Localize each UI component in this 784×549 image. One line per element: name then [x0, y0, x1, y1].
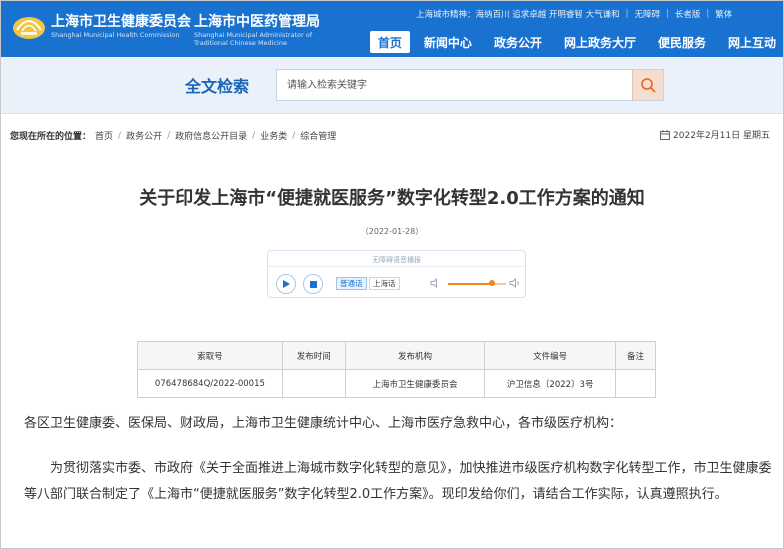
- play-icon: [283, 280, 290, 288]
- player-title: 无障碍语音播报: [372, 256, 421, 264]
- org-name-health[interactable]: 上海市卫生健康委员会: [51, 11, 191, 31]
- breadcrumb-separator: /: [292, 130, 296, 141]
- audio-player: 无障碍语音播报 普通话 上海话: [267, 250, 526, 298]
- article-date: （2022-01-28）: [360, 227, 424, 236]
- breadcrumb-item-gov-affairs[interactable]: 政务公开: [126, 129, 162, 142]
- logo-icon[interactable]: [12, 10, 46, 40]
- nav-home[interactable]: 首页: [369, 31, 410, 53]
- calendar-icon: [660, 129, 671, 140]
- body-salutation: 各区卫生健康委、医保局、财政局，上海市卫生健康统计中心、上海市医疗急救中心，各市…: [24, 416, 623, 431]
- search-button[interactable]: [632, 70, 663, 100]
- col-header-publish-time: 发布时间: [281, 341, 346, 370]
- current-date-text: 2022年2月11日 星期五: [673, 131, 770, 141]
- body-paragraph: 为贯彻落实市委、市政府《关于全面推进上海城市数字化转型的意见》，加快推进市级医疗…: [24, 461, 772, 502]
- search-input[interactable]: [277, 70, 633, 100]
- site-header: 上海市卫生健康委员会 Shanghai Municipal Health Com…: [0, 0, 784, 57]
- cell-remark: [615, 369, 656, 398]
- table-row: 076478684Q/2022-00015 上海市卫生健康委员会 沪卫信息〔20…: [137, 369, 656, 398]
- search-title: 全文检索: [185, 77, 250, 96]
- breadcrumb: 您现在所在的位置： 首页 / 政务公开 / 政府信息公开目录 / 业务类 / 综…: [10, 129, 336, 143]
- main-nav: 首页 新闻中心 政务公开 网上政务大厅 便民服务 网上互动: [364, 31, 784, 53]
- top-utility-bar: 上海城市精神：海纳百川 追求卓越 开明睿智 大气谦和 | 无障碍 | 长者版 |…: [416, 7, 732, 21]
- city-spirit-text: 上海城市精神：海纳百川 追求卓越 开明睿智 大气谦和: [416, 10, 620, 20]
- breadcrumb-item-home[interactable]: 首页: [95, 129, 113, 142]
- col-header-index-no: 索取号: [137, 341, 283, 370]
- nav-news[interactable]: 新闻中心: [416, 31, 480, 53]
- breadcrumb-item-general[interactable]: 综合管理: [300, 129, 336, 142]
- divider: |: [666, 9, 669, 19]
- divider: [268, 266, 525, 267]
- breadcrumb-item-info-catalog[interactable]: 政府信息公开目录: [175, 129, 247, 142]
- org-name-tcm-en: Shanghai Municipal Administrator of Trad…: [194, 31, 313, 47]
- breadcrumb-label: 您现在所在的位置：: [10, 132, 92, 142]
- table-header-row: 索取号 发布时间 发布机构 文件编号 备注: [137, 341, 656, 370]
- stop-button[interactable]: [303, 274, 323, 294]
- document-info-table: 索取号 发布时间 发布机构 文件编号 备注 076478684Q/2022-00…: [137, 341, 656, 398]
- breadcrumb-separator: /: [118, 130, 122, 141]
- play-button[interactable]: [276, 274, 296, 294]
- search-band: 全文检索: [0, 57, 784, 114]
- elder-mode-link[interactable]: 长者版: [675, 8, 701, 20]
- org-name-tcm[interactable]: 上海市中医药管理局: [194, 11, 320, 31]
- org-name-health-en: Shanghai Municipal Health Commission: [51, 31, 180, 39]
- traditional-chinese-link[interactable]: 繁体: [715, 8, 732, 20]
- col-header-remark: 备注: [615, 341, 656, 370]
- col-header-publisher: 发布机构: [344, 341, 486, 370]
- cell-index-no: 076478684Q/2022-00015: [137, 369, 283, 398]
- article-title: 关于印发上海市“便捷就医服务”数字化转型2.0工作方案的通知: [139, 188, 645, 209]
- cell-doc-no: 沪卫信息〔2022〕3号: [484, 369, 617, 398]
- volume-down-icon[interactable]: [430, 278, 440, 288]
- lang-mandarin-button[interactable]: 普通话: [336, 277, 367, 290]
- stop-icon: [309, 280, 317, 288]
- divider: |: [625, 9, 629, 19]
- volume-slider[interactable]: [448, 280, 506, 286]
- lang-shanghainese-button[interactable]: 上海话: [369, 277, 400, 290]
- volume-handle[interactable]: [488, 280, 495, 286]
- divider: |: [706, 9, 710, 19]
- search-box: [276, 69, 664, 101]
- volume-up-icon[interactable]: [509, 278, 521, 288]
- cell-publisher: 上海市卫生健康委员会: [344, 369, 486, 398]
- breadcrumb-separator: /: [167, 130, 171, 141]
- nav-interaction[interactable]: 网上互动: [720, 31, 784, 53]
- search-icon: [641, 78, 656, 93]
- cell-publish-time: [281, 369, 346, 398]
- nav-gov-affairs[interactable]: 政务公开: [486, 31, 550, 53]
- current-date: 2022年2月11日 星期五: [660, 128, 770, 141]
- nav-public-services[interactable]: 便民服务: [650, 31, 714, 53]
- accessibility-link[interactable]: 无障碍: [634, 8, 660, 20]
- breadcrumb-item-business[interactable]: 业务类: [260, 129, 287, 142]
- volume-fill: [448, 283, 492, 285]
- col-header-doc-no: 文件编号: [484, 341, 617, 370]
- breadcrumb-separator: /: [252, 130, 256, 141]
- nav-online-services[interactable]: 网上政务大厅: [556, 31, 644, 53]
